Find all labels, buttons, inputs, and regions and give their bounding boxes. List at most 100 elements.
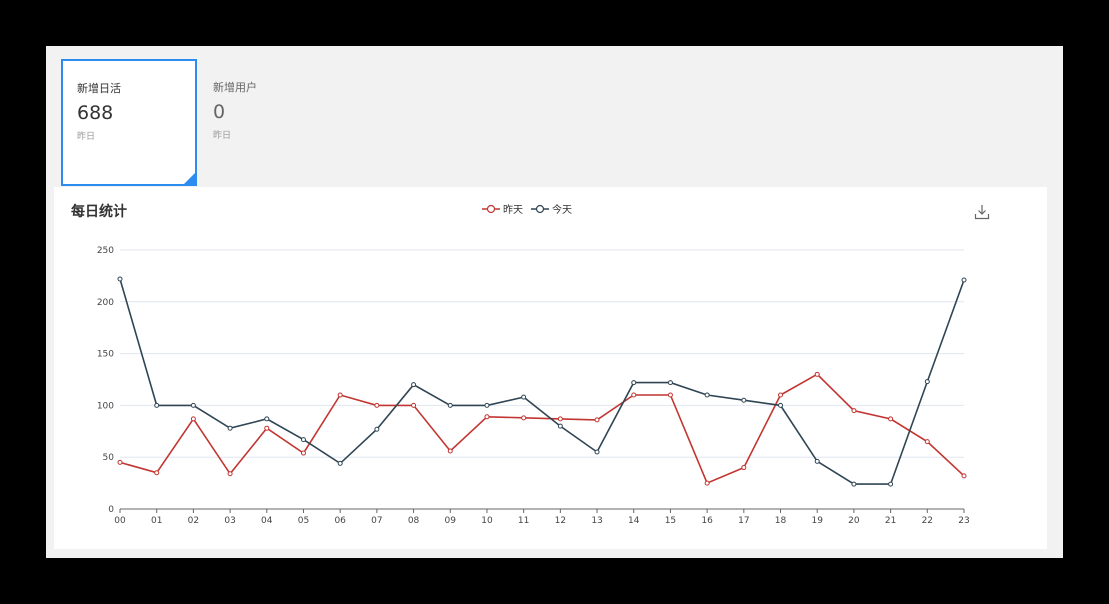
- data-point: [741, 465, 747, 471]
- data-point: [300, 450, 306, 456]
- x-tick-label: 01: [151, 516, 162, 526]
- data-point: [851, 481, 857, 487]
- data-point: [374, 426, 380, 432]
- data-point: [447, 448, 453, 454]
- x-tick-label: 05: [298, 516, 309, 526]
- data-point: [374, 402, 380, 408]
- chart-panel: 0 50 100 150 200 250 00 01 02 03 04 05 06 07 08 09 10 11 1…: [54, 187, 1047, 549]
- y-tick-label: 0: [108, 505, 114, 515]
- y-tick-label: 250: [97, 246, 114, 256]
- data-point: [778, 402, 784, 408]
- x-tick-label: 19: [811, 516, 823, 526]
- download-icon[interactable]: [974, 204, 990, 220]
- data-point: [117, 276, 123, 282]
- data-point: [484, 414, 490, 420]
- x-tick-label: 12: [555, 516, 566, 526]
- data-point: [227, 425, 233, 431]
- y-tick-label: 100: [97, 401, 114, 411]
- tab-sub-label: 昨日: [213, 131, 232, 141]
- x-tick-label: 10: [481, 516, 493, 526]
- data-point: [411, 382, 417, 388]
- data-point: [594, 417, 600, 423]
- data-point: [154, 470, 160, 476]
- data-point: [924, 379, 930, 385]
- x-tick-label: 08: [408, 516, 420, 526]
- data-point: [264, 416, 270, 422]
- data-point: [521, 415, 527, 421]
- data-point: [814, 371, 820, 377]
- x-tick-label: 17: [738, 516, 749, 526]
- data-point: [704, 392, 710, 398]
- legend-line-circle-icon: [482, 204, 500, 213]
- x-tick-label: 22: [922, 516, 933, 526]
- legend-line-circle-icon: [531, 204, 549, 213]
- x-tick-label: 11: [518, 516, 529, 526]
- x-tick-label: 00: [114, 516, 126, 526]
- legend-label: 今天: [552, 205, 572, 216]
- data-point: [814, 458, 820, 464]
- x-tick-label: 18: [775, 516, 787, 526]
- data-point: [117, 459, 123, 465]
- y-tick-label: 150: [97, 350, 114, 360]
- dashboard-screen: 新增日活 688 昨日 新增用户 0 昨日 0 50 100 150 200 250 00 0…: [46, 46, 1063, 558]
- data-point: [447, 402, 453, 408]
- x-tick-label: 13: [591, 516, 602, 526]
- data-point: [924, 439, 930, 445]
- series-line-0: [119, 373, 965, 485]
- chart-legend: 昨天 今天: [482, 201, 580, 216]
- tab-value: 688: [77, 102, 114, 124]
- tab-daily-active[interactable]: 新增日活 688 昨日: [61, 59, 197, 186]
- data-point: [337, 392, 343, 398]
- tab-title: 新增用户: [213, 81, 257, 94]
- x-tick-label: 14: [628, 516, 640, 526]
- data-point: [667, 392, 673, 398]
- data-point: [631, 380, 637, 386]
- data-point: [778, 392, 784, 398]
- x-tick-label: 06: [334, 516, 346, 526]
- x-tick-label: 07: [371, 516, 382, 526]
- data-point: [337, 460, 343, 466]
- x-tick-label: 02: [188, 516, 199, 526]
- data-point: [557, 416, 563, 422]
- data-point: [227, 471, 233, 477]
- data-point: [411, 402, 417, 408]
- data-point: [594, 449, 600, 455]
- data-point: [300, 437, 306, 443]
- data-point: [264, 425, 270, 431]
- tab-title: 新增日活: [77, 82, 121, 95]
- data-point: [190, 402, 196, 408]
- chart-title: 每日统计: [71, 204, 127, 220]
- tab-value: 0: [213, 101, 226, 123]
- x-tick-label: 15: [665, 516, 676, 526]
- data-point: [851, 408, 857, 414]
- data-point: [704, 480, 710, 486]
- legend-item-yesterday[interactable]: 昨天: [482, 201, 523, 216]
- data-point: [888, 481, 894, 487]
- data-point: [521, 394, 527, 400]
- x-tick-label: 23: [958, 516, 969, 526]
- legend-item-today[interactable]: 今天: [531, 201, 572, 216]
- x-tick-label: 09: [445, 516, 457, 526]
- data-point: [557, 423, 563, 429]
- data-point: [961, 473, 967, 479]
- x-tick-label: 03: [224, 516, 235, 526]
- tab-sub-label: 昨日: [77, 132, 96, 142]
- data-point: [154, 402, 160, 408]
- active-corner-marker: [184, 173, 195, 184]
- legend-label: 昨天: [503, 205, 523, 216]
- tab-new-users[interactable]: 新增用户 0 昨日: [198, 59, 334, 186]
- data-point: [961, 277, 967, 283]
- x-tick-label: 04: [261, 516, 273, 526]
- data-point: [888, 416, 894, 422]
- data-point: [190, 416, 196, 422]
- data-point: [484, 402, 490, 408]
- y-tick-label: 50: [103, 453, 115, 463]
- data-point: [631, 392, 637, 398]
- x-tick-label: 16: [701, 516, 713, 526]
- line-chart: 0 50 100 150 200 250 00 01 02 03 04 05 06 07 08 09 10 11 1…: [97, 246, 970, 526]
- data-point: [741, 397, 747, 403]
- x-tick-label: 21: [885, 516, 896, 526]
- x-tick-label: 20: [848, 516, 860, 526]
- y-tick-label: 200: [97, 298, 114, 308]
- data-point: [667, 380, 673, 386]
